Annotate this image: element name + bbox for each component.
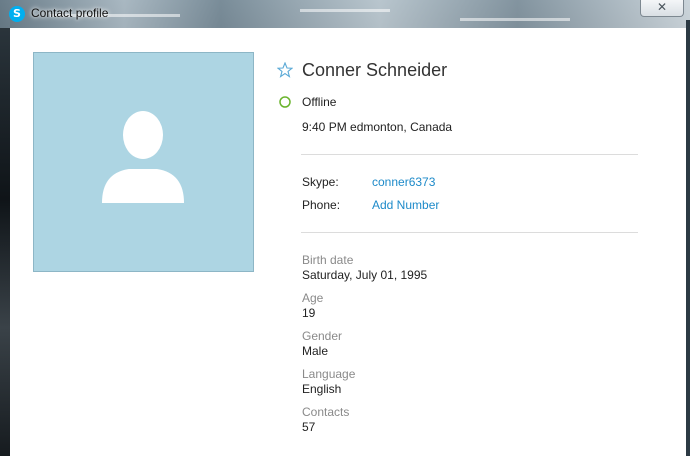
language-label: Language	[302, 367, 356, 381]
age-label: Age	[302, 291, 324, 305]
contact-name: Conner Schneider	[302, 60, 448, 80]
local-time: 9:40 PM edmonton, Canada	[302, 120, 453, 134]
star-outline-icon[interactable]	[277, 62, 293, 78]
contacts-label: Contacts	[302, 405, 350, 419]
add-number-link[interactable]: Add Number	[372, 198, 439, 212]
language-value: English	[302, 382, 342, 396]
contacts-count: 57	[302, 420, 316, 434]
window-right-border	[686, 20, 690, 456]
birth-date-value: Saturday, July 01, 1995	[302, 268, 428, 282]
skype-name-link[interactable]: conner6373	[372, 175, 435, 189]
skype-label: Skype:	[302, 175, 339, 189]
title-bar[interactable]: S Contact profile ✕	[0, 0, 690, 28]
offline-status-icon	[279, 96, 291, 108]
gender-value: Male	[302, 344, 329, 358]
skype-logo-icon: S	[9, 6, 25, 22]
default-avatar-icon	[102, 111, 184, 203]
divider	[301, 154, 638, 155]
phone-label: Phone:	[302, 198, 341, 212]
window-title: Contact profile	[31, 6, 109, 20]
contact-profile-panel: Conner Schneider Offline 9:40 PM edmonto…	[10, 28, 686, 456]
close-button[interactable]: ✕	[640, 0, 684, 17]
divider	[301, 232, 638, 233]
birth-date-label: Birth date	[302, 253, 354, 267]
age-value: 19	[302, 306, 316, 320]
window-left-border	[0, 28, 10, 456]
avatar	[33, 52, 254, 272]
status-text: Offline	[302, 95, 337, 109]
gender-label: Gender	[302, 329, 343, 343]
